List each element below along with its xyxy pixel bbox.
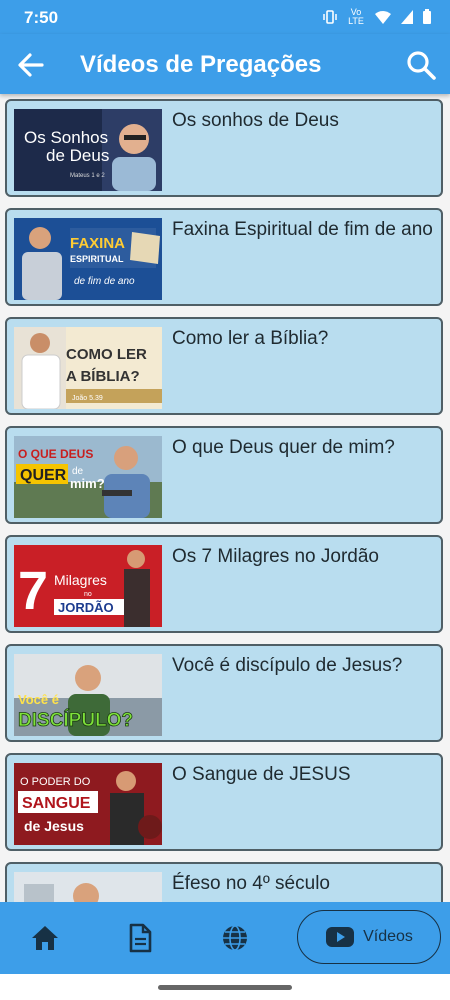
battery-icon	[423, 9, 431, 24]
signal-icon	[401, 10, 413, 24]
video-thumbnail: FAXINA ESPIRITUAL de fim de ano	[14, 218, 162, 300]
video-title: Éfeso no 4º século	[172, 873, 330, 894]
youtube-icon	[326, 927, 355, 947]
thumb-text: SANGUE	[22, 795, 91, 812]
thumb-text: QUER	[20, 467, 67, 484]
status-bar: 7:50 Vo LTE	[0, 0, 450, 34]
video-card[interactable]: O QUE DEUS QUER de mim? O que Deus quer …	[5, 426, 443, 524]
video-thumbnail: 7 Milagres no JORDÃO	[14, 545, 162, 627]
thumb-text: de fim de ano	[74, 276, 135, 287]
video-thumbnail: Você é DISCÍPULO?	[14, 654, 162, 736]
thumb-text: ESPIRITUAL	[70, 254, 124, 264]
thumb-text: de Jesus	[24, 818, 84, 834]
thumb-text: O PODER DO	[20, 776, 91, 788]
status-icons: Vo LTE	[322, 8, 432, 26]
video-card[interactable]: O PODER DO SANGUE de Jesus O Sangue de J…	[5, 753, 443, 851]
status-time: 7:50	[24, 8, 59, 27]
thumb-text: JORDÃO	[58, 600, 114, 615]
video-thumbnail: O PODER DO SANGUE de Jesus	[14, 763, 162, 845]
bottom-navigation: Vídeos	[0, 902, 450, 974]
vibrate-icon	[323, 10, 337, 24]
video-card[interactable]: FAXINA ESPIRITUAL de fim de ano Faxina E…	[5, 208, 443, 306]
back-arrow-icon	[18, 53, 44, 77]
video-card[interactable]: Os Sonhos de Deus Mateus 1 e 2 Os sonhos…	[5, 99, 443, 197]
thumb-text: de Deus	[46, 146, 109, 165]
home-icon	[32, 926, 58, 950]
thumb-text: Os Sonhos	[24, 128, 108, 147]
video-thumbnail	[14, 872, 162, 902]
thumb-text: DISCÍPULO?	[18, 709, 133, 731]
thumb-text: 7	[18, 561, 48, 621]
nav-documents-button[interactable]	[124, 922, 156, 954]
video-title: Como ler a Bíblia?	[172, 328, 329, 349]
search-icon	[407, 51, 436, 80]
video-card[interactable]: COMO LER A BÍBLIA? João 5.39 Como ler a …	[5, 317, 443, 415]
video-title: O Sangue de JESUS	[172, 764, 351, 785]
thumb-text: FAXINA	[70, 235, 125, 252]
thumb-text: A BÍBLIA?	[66, 368, 140, 385]
thumb-text: mim?	[70, 476, 105, 491]
document-icon	[129, 923, 152, 953]
video-thumbnail: O QUE DEUS QUER de mim?	[14, 436, 162, 518]
gesture-handle[interactable]	[158, 985, 292, 990]
video-title: O que Deus quer de mim?	[172, 437, 395, 458]
video-card[interactable]: Você é DISCÍPULO? Você é discípulo de Je…	[5, 644, 443, 742]
video-title: Os 7 Milagres no Jordão	[172, 546, 379, 567]
nav-videos-button[interactable]: Vídeos	[297, 910, 441, 964]
video-title: Você é discípulo de Jesus?	[172, 655, 403, 676]
video-list[interactable]: Os Sonhos de Deus Mateus 1 e 2 Os sonhos…	[0, 94, 450, 902]
video-thumbnail: Os Sonhos de Deus Mateus 1 e 2	[14, 109, 162, 191]
thumb-text: Você é	[18, 692, 59, 707]
globe-icon	[223, 925, 247, 951]
video-card[interactable]: Éfeso no 4º século	[5, 862, 443, 902]
video-thumbnail: COMO LER A BÍBLIA? João 5.39	[14, 327, 162, 409]
thumb-text: Milagres	[54, 572, 107, 588]
search-button[interactable]	[404, 48, 438, 82]
page-title: Vídeos de Pregações	[80, 51, 322, 78]
thumb-text: no	[84, 591, 92, 598]
video-card[interactable]: 7 Milagres no JORDÃO Os 7 Milagres no Jo…	[5, 535, 443, 633]
nav-web-button[interactable]	[219, 922, 251, 954]
video-title: Faxina Espiritual de fim de ano	[172, 219, 433, 240]
video-title: Os sonhos de Deus	[172, 110, 339, 131]
nav-videos-label: Vídeos	[363, 928, 413, 945]
nav-home-button[interactable]	[29, 922, 61, 954]
gesture-bar-area	[0, 974, 450, 1000]
app-bar: Vídeos de Pregações	[0, 34, 450, 94]
network-label: Vo LTE	[348, 7, 364, 26]
thumb-text: COMO LER	[66, 346, 147, 363]
thumb-text: O QUE DEUS	[18, 447, 93, 461]
wifi-icon	[375, 11, 391, 24]
back-button[interactable]	[14, 48, 48, 82]
thumb-text: João 5.39	[72, 395, 103, 402]
thumb-text: Mateus 1 e 2	[70, 173, 105, 179]
